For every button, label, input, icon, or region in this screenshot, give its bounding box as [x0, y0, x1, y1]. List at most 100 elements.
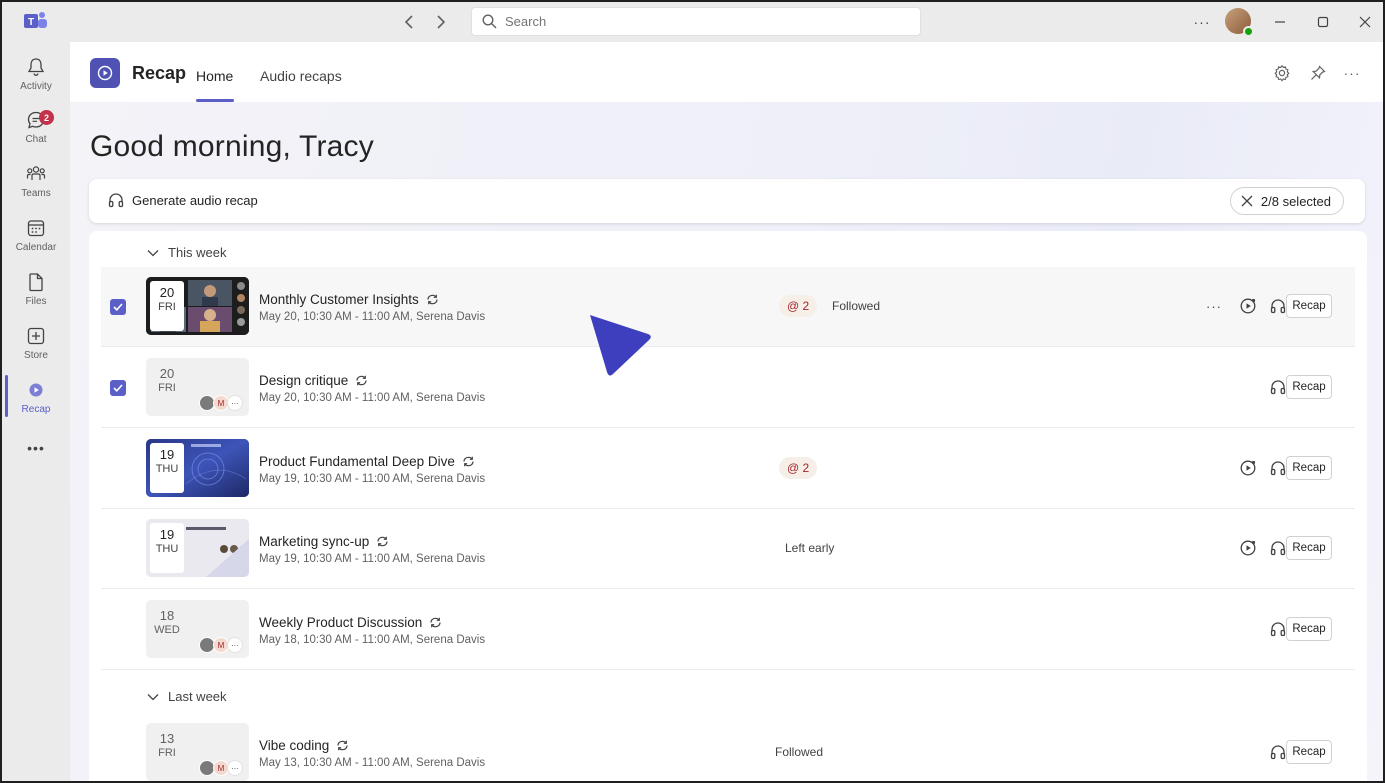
more-attendees-icon: ···	[227, 637, 243, 653]
meeting-row-vibe-coding[interactable]: 13 FRI M ··· Vibe coding May 13, 10:30 A…	[101, 713, 1355, 781]
date-chip: 18 WED	[150, 604, 184, 654]
recap-button[interactable]: Recap	[1286, 375, 1332, 399]
meeting-title[interactable]: Product Fundamental Deep Dive	[259, 454, 475, 469]
clear-selection-button[interactable]: 2/8 selected	[1229, 187, 1344, 215]
rail-item-label: Activity	[20, 81, 52, 92]
section-label: Last week	[168, 689, 227, 704]
user-avatar[interactable]	[1225, 8, 1254, 37]
rail-item-store[interactable]: Store	[2, 325, 70, 375]
meeting-title-text: Vibe coding	[259, 738, 330, 753]
recap-button[interactable]: Recap	[1286, 456, 1332, 480]
rail-item-label: Calendar	[15, 242, 57, 253]
pin-icon[interactable]	[1307, 62, 1329, 84]
recap-button[interactable]: Recap	[1286, 294, 1332, 318]
row-checkbox[interactable]	[110, 380, 126, 396]
recurring-icon	[430, 617, 441, 628]
meeting-row-marketing-sync-up[interactable]: 19 THU Marketing sync-up May 19, 10:30 A…	[101, 509, 1355, 589]
tab-home[interactable]: Home	[196, 68, 233, 84]
meeting-row-weekly-product-discussion[interactable]: 18 WED M ··· Weekly Product Discussion M…	[101, 590, 1355, 670]
recap-app-logo-icon	[90, 58, 120, 88]
meeting-subtitle: May 19, 10:30 AM - 11:00 AM, Serena Davi…	[259, 473, 486, 485]
recurring-icon	[377, 536, 388, 547]
recap-button[interactable]: Recap	[1286, 617, 1332, 641]
recap-button[interactable]: Recap	[1286, 536, 1332, 560]
search-box[interactable]	[471, 7, 921, 36]
rail-item-teams[interactable]: Teams	[2, 163, 70, 213]
meeting-row-monthly-customer-insights[interactable]: 20 FRI Monthly Customer Insights May 20,…	[101, 267, 1355, 347]
bell-icon	[27, 58, 45, 76]
more-options-icon[interactable]: ···	[1341, 62, 1363, 84]
recap-home: Good morning, Tracy Generate audio recap…	[70, 102, 1383, 781]
teams-window: T ··· Activity	[0, 0, 1385, 783]
rail-item-chat[interactable]: 2 Chat	[2, 109, 70, 159]
meeting-title-text: Marketing sync-up	[259, 534, 370, 549]
rail-item-activity[interactable]: Activity	[2, 56, 70, 106]
more-apps-icon[interactable]: •••	[2, 440, 70, 462]
teams-logo-icon[interactable]: T	[24, 11, 48, 31]
mentions-badge[interactable]: @ 2	[779, 295, 818, 317]
forward-arrow-icon[interactable]	[430, 11, 452, 33]
pointer-cursor-icon	[590, 315, 651, 376]
svg-text:T: T	[28, 17, 34, 28]
recap-button[interactable]: Recap	[1286, 740, 1332, 764]
meeting-weekday: FRI	[158, 382, 176, 394]
maximize-icon[interactable]	[1311, 10, 1335, 34]
section-this-week[interactable]: This week	[147, 245, 227, 260]
meeting-title[interactable]: Monthly Customer Insights	[259, 292, 439, 307]
meeting-day: 20	[159, 285, 175, 300]
section-last-week[interactable]: Last week	[147, 689, 227, 704]
rail-item-label: Chat	[25, 134, 47, 145]
file-icon	[29, 273, 43, 292]
row-more-options-icon[interactable]: ···	[1203, 295, 1225, 317]
date-chip: 19 THU	[150, 523, 184, 573]
meeting-subtitle: May 13, 10:30 AM - 11:00 AM, Serena Davi…	[259, 757, 486, 769]
meeting-weekday: THU	[155, 543, 179, 555]
generate-audio-recap-label: Generate audio recap	[132, 192, 258, 208]
more-options-icon[interactable]: ···	[1190, 10, 1214, 34]
meeting-day: 20	[159, 366, 175, 381]
search-input[interactable]	[505, 14, 885, 29]
more-attendees-icon: ···	[227, 760, 243, 776]
close-window-icon[interactable]	[1353, 10, 1377, 34]
date-chip: 19 THU	[150, 443, 184, 493]
section-label: This week	[168, 245, 227, 260]
meeting-title-text: Monthly Customer Insights	[259, 292, 419, 307]
meeting-thumbnail: 20 FRI M ···	[146, 358, 249, 416]
meeting-title[interactable]: Vibe coding	[259, 738, 349, 753]
rail-item-label: Files	[25, 296, 47, 307]
meeting-day: 19	[159, 527, 175, 542]
chat-unread-badge: 2	[39, 110, 54, 125]
rail-item-calendar[interactable]: Calendar	[2, 217, 70, 267]
meeting-thumbnail: 13 FRI M ···	[146, 723, 249, 781]
date-chip: 13 FRI	[150, 727, 184, 777]
meeting-title[interactable]: Marketing sync-up	[259, 534, 389, 549]
meeting-subtitle: May 20, 10:30 AM - 11:00 AM, Serena Davi…	[259, 392, 486, 404]
tab-audio-recaps[interactable]: Audio recaps	[260, 68, 342, 84]
back-arrow-icon[interactable]	[398, 11, 420, 33]
meeting-title[interactable]: Weekly Product Discussion	[259, 615, 442, 630]
mentions-badge[interactable]: @ 2	[779, 457, 818, 479]
calendar-icon	[27, 220, 45, 237]
play-recap-icon[interactable]	[1237, 537, 1259, 559]
recurring-icon	[356, 375, 367, 386]
checkmark-icon	[113, 384, 123, 392]
meeting-title-text: Design critique	[259, 373, 349, 388]
row-checkbox[interactable]	[110, 299, 126, 315]
meeting-title-text: Product Fundamental Deep Dive	[259, 454, 455, 469]
meeting-status: Left early	[785, 541, 835, 555]
app-header: Recap Home Audio recaps ···	[70, 42, 1383, 102]
play-recap-icon[interactable]	[1237, 295, 1259, 317]
meeting-row-product-fundamental-deep-dive[interactable]: 19 THU Product Fundamental Deep Dive May…	[101, 429, 1355, 509]
meeting-day: 19	[159, 447, 175, 462]
rail-item-recap[interactable]: Recap	[2, 379, 70, 429]
recurring-icon	[337, 740, 348, 751]
play-recap-icon[interactable]	[1237, 457, 1259, 479]
minimize-icon[interactable]	[1268, 10, 1292, 34]
meeting-row-design-critique[interactable]: 20 FRI M ··· Design critique May 20, 10:…	[101, 348, 1355, 428]
rail-item-files[interactable]: Files	[2, 271, 70, 321]
meeting-title[interactable]: Design critique	[259, 373, 368, 388]
settings-gear-icon[interactable]	[1271, 62, 1293, 84]
meeting-thumbnail: 19 THU	[146, 439, 249, 497]
meeting-day: 18	[159, 608, 175, 623]
generate-audio-recap-button[interactable]: Generate audio recap	[107, 191, 258, 209]
